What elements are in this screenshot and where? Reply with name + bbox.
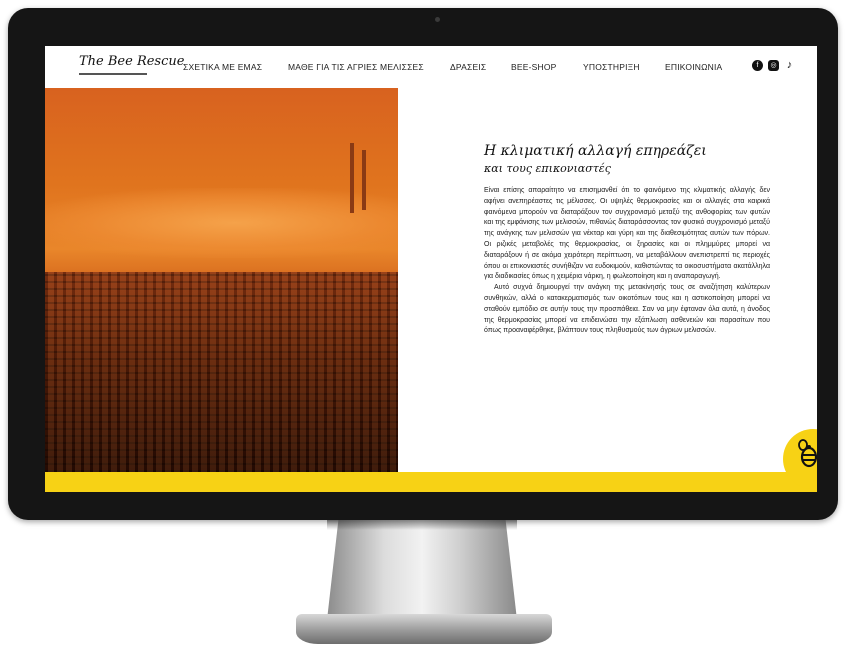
website-screen: The Bee Rescue ΣΧΕΤΙΚΑ ΜΕ ΕΜΑΣ ΜΑΘΕ ΓΙΑ … [45,46,817,492]
photo-tower [362,150,366,210]
nav-item-actions[interactable]: ΔΡΑΣΕΙΣ [450,62,486,72]
article-body: Είναι επίσης απαραίτητο να επισημανθεί ό… [484,186,770,337]
instagram-icon[interactable]: ◎ [768,60,779,71]
top-navigation: The Bee Rescue ΣΧΕΤΙΚΑ ΜΕ ΕΜΑΣ ΜΑΘΕ ΓΙΑ … [45,46,817,88]
nav-item-wild-bees[interactable]: ΜΑΘΕ ΓΙΑ ΤΙΣ ΑΓΡΙΕΣ ΜΕΛΙΣΣΕΣ [288,62,424,72]
monitor-stand-neck [327,520,517,620]
article-paragraph-1: Είναι επίσης απαραίτητο να επισημανθεί ό… [484,187,770,281]
facebook-icon[interactable]: f [752,60,763,71]
nav-item-support[interactable]: ΥΠΟΣΤΗΡΙΞΗ [583,62,640,72]
article-title: Η κλιματική αλλαγή επηρεάζει και τους επ… [484,143,707,175]
monitor-stand-base [296,614,552,644]
photo-cityscape [45,272,398,472]
monitor-bezel: The Bee Rescue ΣΧΕΤΙΚΑ ΜΕ ΕΜΑΣ ΜΑΘΕ ΓΙΑ … [8,8,838,520]
article-title-line2: και τους επικονιαστές [484,162,611,175]
site-logo[interactable]: The Bee Rescue [79,54,184,69]
footer-yellow-band [45,472,817,492]
photo-tower [350,143,354,213]
hero-photo-orange-sky-city [45,88,398,472]
nav-item-bee-shop[interactable]: BEE-SHOP [511,62,557,72]
tiktok-icon[interactable]: ♪ [784,60,795,71]
nav-item-about[interactable]: ΣΧΕΤΙΚΑ ΜΕ ΕΜΑΣ [183,62,262,72]
article-paragraph-2: Αυτό συχνά δημιουργεί την ανάγκη της μετ… [484,284,770,335]
bee-icon-svg [798,439,817,468]
camera-dot [435,17,440,22]
logo-tagline-line [79,73,147,75]
nav-item-contact[interactable]: ΕΠΙΚΟΙΝΩΝΙΑ [665,62,722,72]
bee-icon [795,438,817,468]
monitor-stand-shadow [327,520,517,530]
article-title-line1: Η κλιματική αλλαγή επηρεάζει [484,143,707,159]
photo-fog-layer [45,188,398,258]
